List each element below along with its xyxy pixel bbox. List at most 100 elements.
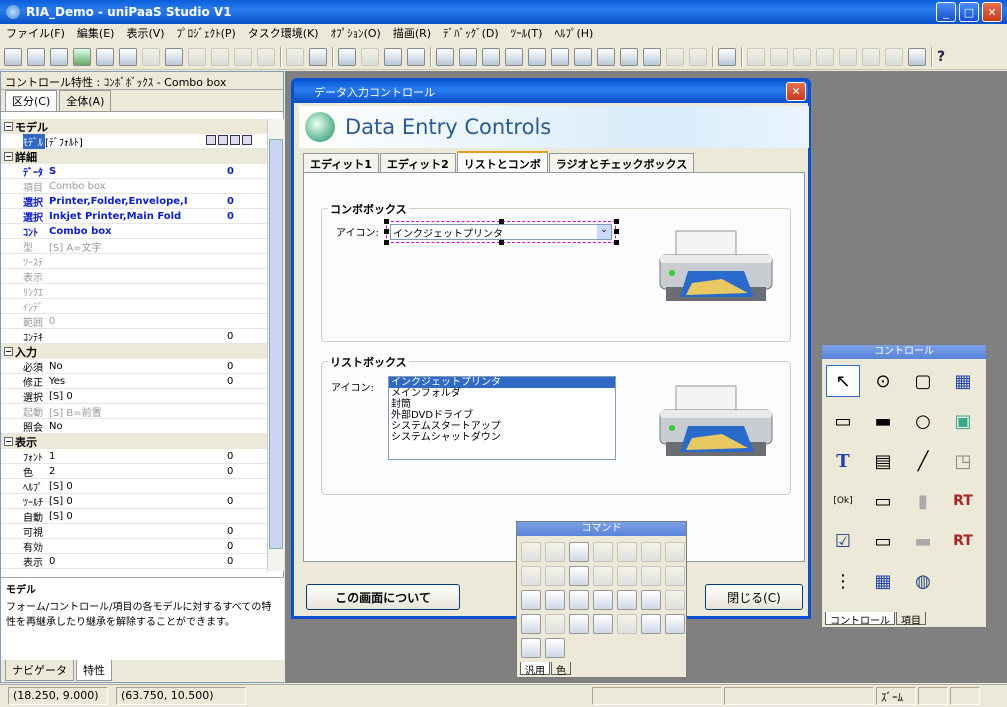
minimize-button[interactable]: _: [936, 2, 956, 22]
align-center-icon[interactable]: [545, 542, 565, 562]
layer6-icon[interactable]: [885, 47, 903, 66]
pause-icon[interactable]: [188, 47, 206, 66]
menu-draw[interactable]: 描画(R): [387, 25, 437, 41]
property-row[interactable]: 修正 Yes 0: [1, 374, 267, 389]
center-h-icon[interactable]: [569, 566, 589, 586]
table-icon[interactable]: [643, 47, 661, 66]
layer3-icon[interactable]: [816, 47, 834, 66]
list-item[interactable]: メインフォルダ: [389, 388, 615, 399]
section-model[interactable]: − モデル: [1, 119, 267, 134]
table-control-icon[interactable]: ▦: [946, 365, 980, 397]
pointer-icon[interactable]: ↖: [826, 365, 860, 397]
menu-help[interactable]: ﾍﾙﾌﾟ(H): [548, 25, 599, 41]
tab-all[interactable]: 全体(A): [59, 90, 112, 111]
property-row[interactable]: ﾓﾃﾞﾙ [ﾃﾞﾌｫﾙﾄ]: [1, 133, 267, 149]
rotate-back-icon[interactable]: [545, 614, 565, 634]
chart-icon[interactable]: [574, 47, 592, 66]
frame-icon[interactable]: ▭: [866, 525, 900, 557]
step-out-icon[interactable]: [257, 47, 275, 66]
menu-task[interactable]: タスク環境(K): [242, 25, 325, 41]
property-row[interactable]: 選択 Inkjet Printer,Main Fold 0: [1, 209, 267, 224]
list-control-icon[interactable]: ▦: [866, 565, 900, 597]
tab-controls[interactable]: コントロール: [825, 612, 895, 627]
tab-section[interactable]: 区分(C): [5, 90, 58, 111]
tab-order-icon[interactable]: [665, 614, 685, 634]
grid-icon[interactable]: [665, 590, 685, 610]
resize-handle[interactable]: [614, 229, 619, 234]
property-row[interactable]: ﾍﾙﾌﾟ [S] 0: [1, 479, 267, 494]
list-item[interactable]: インクジェットプリンタ: [389, 377, 615, 388]
line-icon[interactable]: ╱: [906, 445, 940, 477]
rotate-icon[interactable]: [521, 614, 541, 634]
tab-navigator[interactable]: ナビゲータ: [5, 660, 74, 681]
maximize-button[interactable]: □: [959, 2, 979, 22]
menu-file[interactable]: ファイル(F): [0, 25, 71, 41]
ellipsis-icon[interactable]: [206, 135, 216, 145]
subform-icon[interactable]: ◳: [946, 445, 980, 477]
rich-text-field-icon[interactable]: RT: [946, 525, 980, 557]
hierarchy-icon[interactable]: [309, 47, 327, 66]
property-row[interactable]: 色20: [1, 464, 267, 479]
group-icon[interactable]: [617, 590, 637, 610]
same-height-icon[interactable]: [641, 566, 661, 586]
property-row[interactable]: 表示 0 0: [1, 554, 267, 569]
property-row[interactable]: ｺﾝﾄ Combo box: [1, 224, 267, 239]
reorder-icon[interactable]: [545, 638, 565, 658]
properties-icon[interactable]: [384, 47, 402, 66]
menu-debug[interactable]: ﾃﾞﾊﾞｯｸﾞ(D): [437, 25, 505, 41]
menu-edit[interactable]: 編集(E): [71, 25, 121, 41]
tab-edit2[interactable]: エディット2: [379, 153, 456, 173]
form-add-icon[interactable]: [482, 47, 500, 66]
backward-icon[interactable]: [593, 590, 613, 610]
run-icon[interactable]: [73, 47, 91, 66]
text-icon[interactable]: T: [826, 445, 860, 477]
box-icon[interactable]: [641, 614, 661, 634]
form-close-button[interactable]: ✕: [786, 82, 806, 101]
new-icon[interactable]: [4, 47, 22, 66]
resize-handle[interactable]: [499, 240, 504, 245]
list-icon[interactable]: [407, 47, 425, 66]
help-icon[interactable]: ?: [937, 49, 945, 65]
align-top-icon[interactable]: [617, 542, 637, 562]
property-row[interactable]: ｿｰｽﾃ: [1, 254, 267, 269]
icon-list-box[interactable]: インクジェットプリンタ メインフォルダ 封筒 外部DVDドライブ システムスター…: [388, 376, 616, 460]
collapse-icon[interactable]: −: [4, 152, 13, 161]
tab-list-combo[interactable]: リストとコンボ: [456, 151, 548, 173]
order-icon[interactable]: [521, 638, 541, 658]
model-buttons[interactable]: [206, 135, 252, 145]
layer4-icon[interactable]: [839, 47, 857, 66]
resize-handle[interactable]: [384, 219, 389, 224]
edit-control-icon[interactable]: ▭: [826, 405, 860, 437]
redo-icon[interactable]: [361, 47, 379, 66]
layer5-icon[interactable]: [862, 47, 880, 66]
check-icon[interactable]: [666, 47, 684, 66]
users-icon[interactable]: [718, 47, 736, 66]
data-icon[interactable]: [528, 47, 546, 66]
ellipse-icon[interactable]: ○: [906, 405, 940, 437]
list-item[interactable]: システムスタートアップ: [389, 421, 615, 432]
property-row[interactable]: ｺﾝﾃｷ 0: [1, 329, 267, 344]
menu-project[interactable]: ﾌﾟﾛｼﾞｪｸﾄ(P): [171, 25, 242, 41]
open-folder-icon[interactable]: [50, 47, 68, 66]
resize-handle[interactable]: [614, 240, 619, 245]
icon-combo-box[interactable]: インクジェットプリンタ ⌄: [390, 224, 612, 240]
close-button[interactable]: ✕: [982, 2, 1002, 22]
step-over-icon[interactable]: [234, 47, 252, 66]
tab-color[interactable]: 色: [551, 662, 571, 677]
property-row[interactable]: 有効 0: [1, 539, 267, 554]
list-item[interactable]: システムシャットダウン: [389, 432, 615, 443]
resize-handle[interactable]: [499, 219, 504, 224]
separator-icon[interactable]: ▬: [906, 525, 940, 557]
property-row[interactable]: 範囲 0: [1, 314, 267, 329]
align-mid-icon[interactable]: [569, 542, 589, 562]
tree-cmd-icon[interactable]: [617, 614, 637, 634]
debug-icon[interactable]: [165, 47, 183, 66]
property-row[interactable]: 照会 No: [1, 419, 267, 434]
step-icon[interactable]: [211, 47, 229, 66]
property-row[interactable]: 起動 [S] B=前置: [1, 404, 267, 419]
align-bottom-icon[interactable]: [665, 542, 685, 562]
break-icon[interactable]: [242, 135, 252, 145]
rich-edit-icon[interactable]: ▤: [866, 445, 900, 477]
layer2-icon[interactable]: [793, 47, 811, 66]
section-detail[interactable]: − 詳細: [1, 149, 267, 164]
